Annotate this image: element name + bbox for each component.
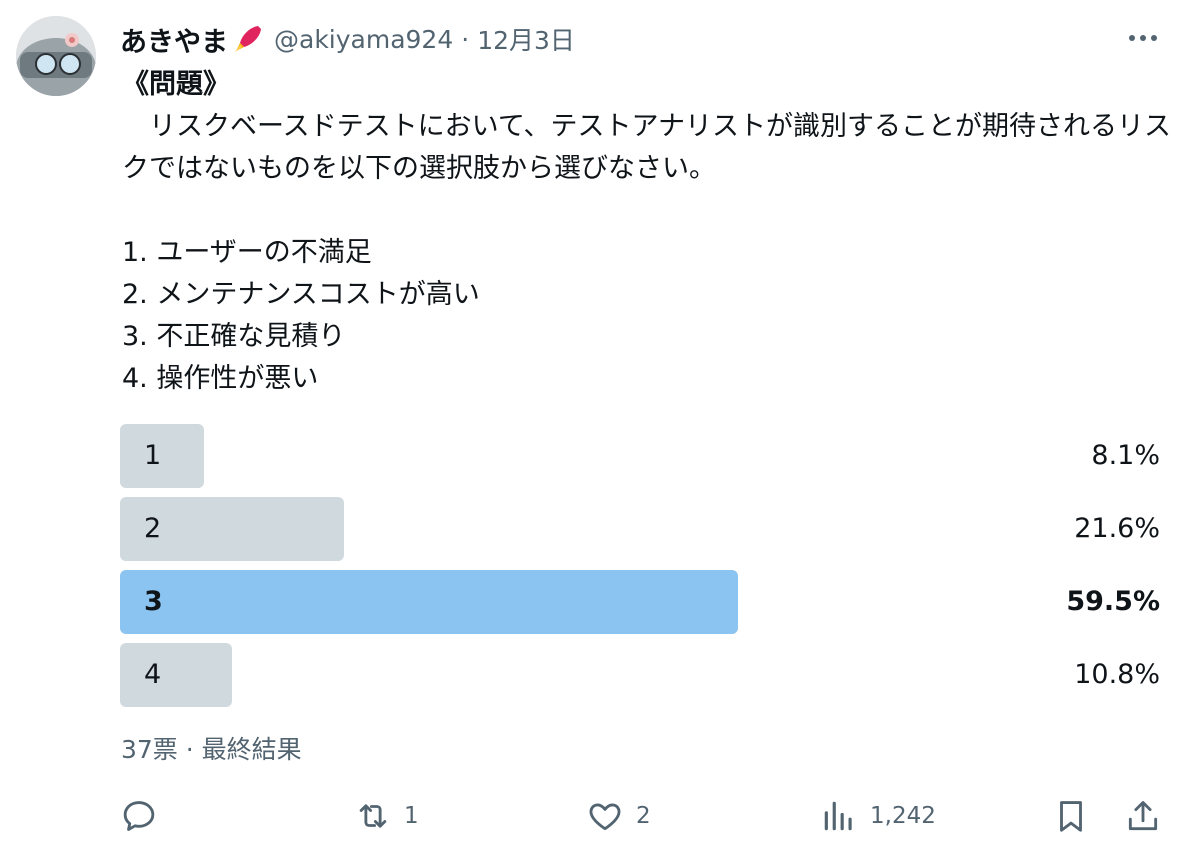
poll-bar (120, 570, 738, 634)
reply-button[interactable] (120, 792, 158, 840)
poll-option-label: 2 (144, 513, 162, 544)
avatar-character-icon (16, 16, 96, 96)
views-icon (824, 801, 852, 831)
poll-option-4[interactable]: 4 10.8% (120, 643, 1160, 707)
poll: 1 8.1% 2 21.6% 3 59.5% 4 10.8% (120, 424, 1160, 716)
display-name[interactable]: あきやま (120, 20, 228, 59)
reply-icon (123, 801, 155, 831)
poll-option-2[interactable]: 2 21.6% (120, 497, 1160, 561)
more-icon (1129, 35, 1157, 41)
poll-bar (120, 424, 205, 488)
tweet-header: あきやま @akiyama924 · 12月3日 (120, 20, 575, 58)
bookmark-button[interactable] (1052, 792, 1090, 840)
rocket-emoji-icon (232, 23, 264, 55)
user-handle[interactable]: @akiyama924 (274, 25, 453, 54)
more-options-button[interactable] (1126, 26, 1160, 50)
tweet-text: 《問題》 リスクベースドテストにおいて、テストアナリストが識別することが期待され… (122, 64, 1172, 400)
share-button[interactable] (1124, 792, 1162, 840)
tweet-date[interactable]: 12月3日 (477, 21, 575, 57)
retweet-button[interactable]: 1 (354, 792, 419, 840)
like-button[interactable]: 2 (586, 792, 651, 840)
poll-option-percent: 59.5% (1066, 586, 1160, 617)
poll-option-percent: 21.6% (1074, 513, 1160, 544)
tweet-body: リスクベースドテストにおいて、テストアナリストが識別することが期待されるリスクで… (122, 111, 1171, 394)
header-separator: · (461, 24, 470, 54)
poll-meta: 37票 · 最終結果 (121, 735, 302, 764)
share-icon (1128, 801, 1158, 831)
poll-option-3[interactable]: 3 59.5% (120, 570, 1160, 634)
views-button[interactable]: 1,242 (820, 792, 936, 840)
poll-bar (120, 643, 233, 707)
poll-option-label: 3 (144, 586, 163, 617)
heart-icon (589, 803, 621, 831)
tweet-title: 《問題》 (122, 69, 230, 100)
views-count: 1,242 (870, 803, 936, 829)
like-count: 2 (636, 803, 651, 829)
action-bar: 1 2 1,242 (120, 792, 1160, 840)
poll-option-label: 4 (144, 659, 162, 690)
retweet-count: 1 (404, 803, 419, 829)
avatar[interactable] (16, 16, 96, 96)
poll-option-1[interactable]: 1 8.1% (120, 424, 1160, 488)
poll-option-percent: 10.8% (1074, 659, 1160, 690)
poll-option-label: 1 (144, 440, 162, 471)
retweet-icon (359, 804, 387, 828)
bookmark-icon (1060, 801, 1082, 832)
poll-option-percent: 8.1% (1091, 440, 1160, 471)
